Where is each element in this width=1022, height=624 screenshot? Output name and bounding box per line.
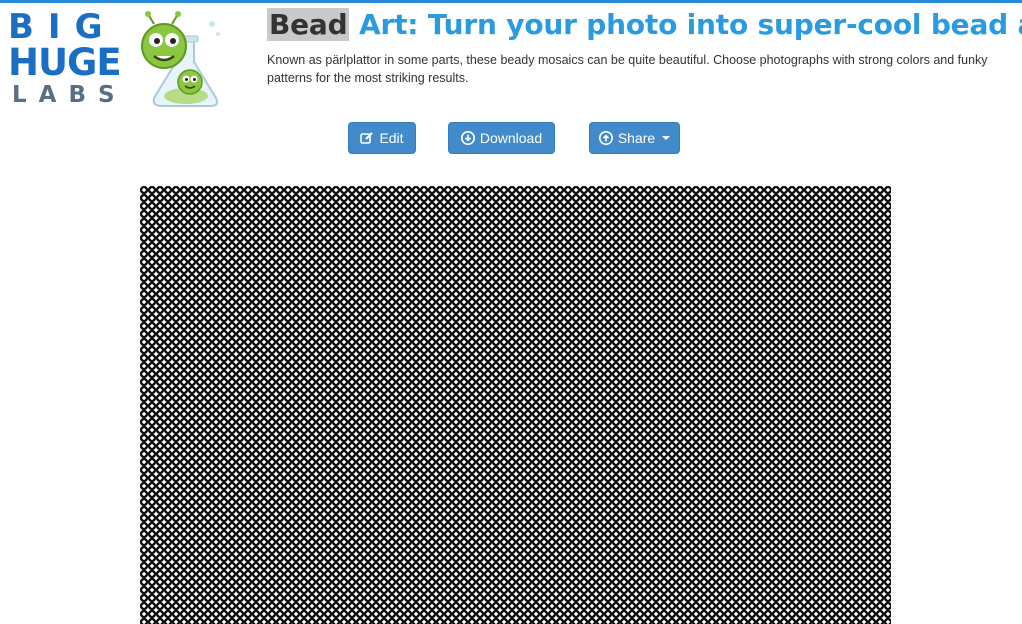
top-accent-bar [0,0,1022,3]
share-dropdown-button[interactable]: Share [589,122,680,154]
chevron-down-icon [662,136,671,140]
download-button[interactable]: Download [448,122,555,154]
edit-label: Edit [379,130,404,146]
title-highlight: Bead [267,8,350,41]
download-label: Download [479,130,543,146]
title-text: Art: Turn your photo into super-cool bea… [349,8,1022,41]
download-circle-icon [460,131,475,145]
logo-line-big: BIG [8,7,117,47]
bead-art-image [140,186,891,624]
page-title: Bead Art: Turn your photo into super-coo… [267,8,1022,41]
page-description: Known as pärlplattor in some parts, thes… [267,53,988,85]
logo-line-huge: HUGE [8,41,122,84]
share-circle-icon [598,131,613,145]
edit-button[interactable]: Edit [348,122,416,154]
bighugelabs-logo[interactable]: BIG HUGE LABS [8,7,220,110]
flask-mascot-icon [141,11,220,107]
edit-icon [360,132,374,144]
share-label: Share [617,130,656,146]
logo-line-labs: LABS [12,82,127,108]
